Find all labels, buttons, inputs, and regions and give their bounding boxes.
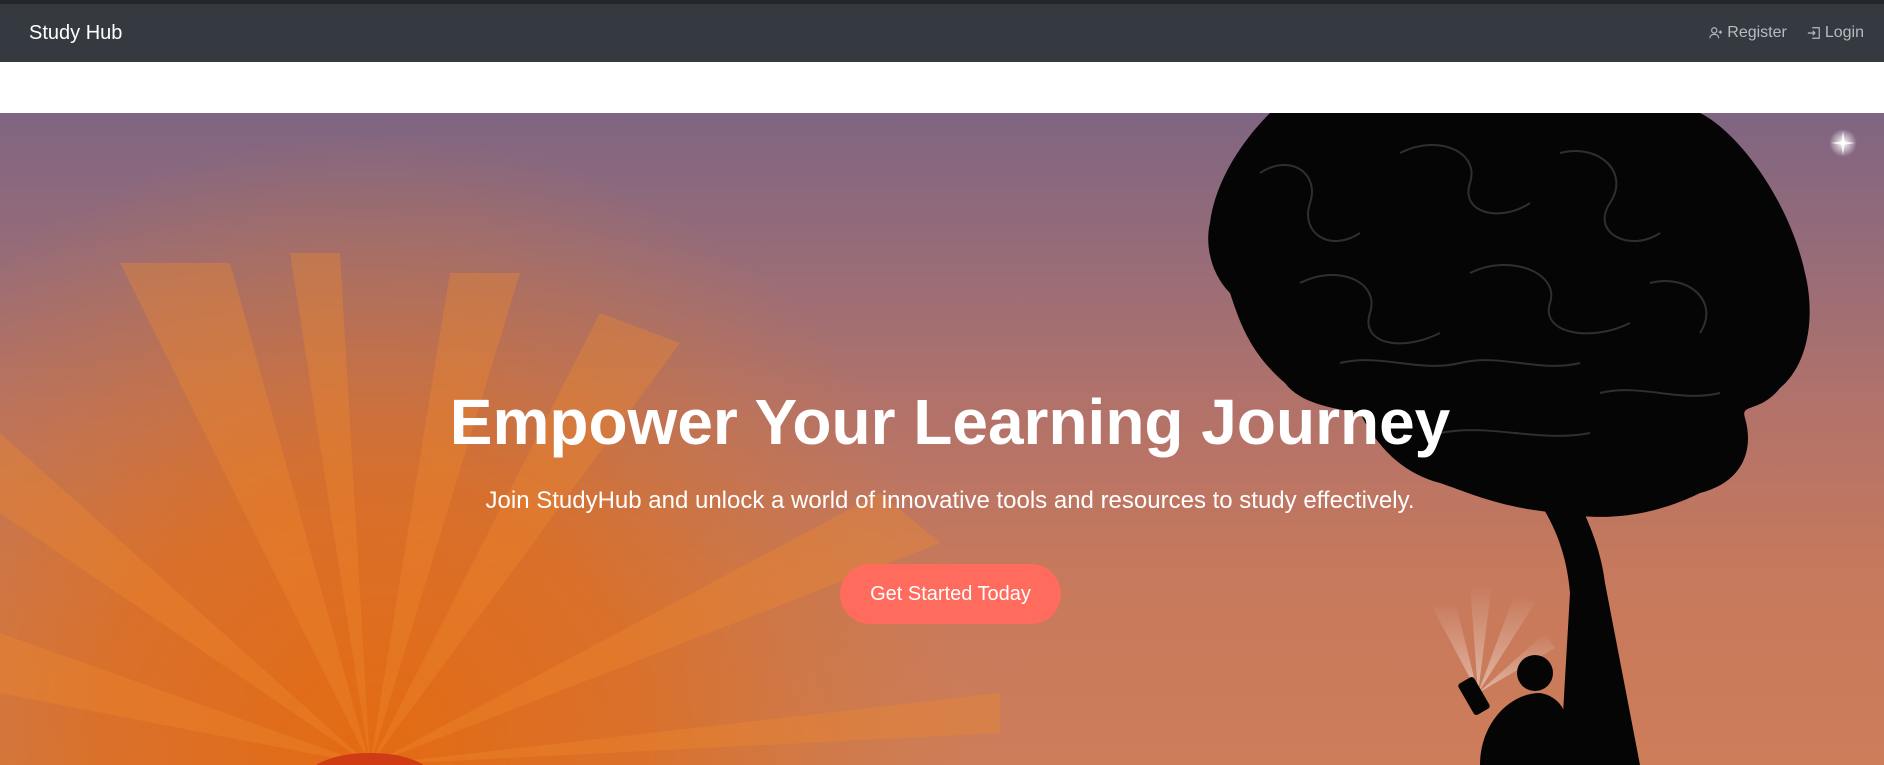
login-link-label: Login: [1824, 24, 1864, 41]
get-started-button[interactable]: Get Started Today: [840, 564, 1061, 624]
hero-section: Empower Your Learning Journey Join Study…: [0, 113, 1884, 765]
brand-logo-link[interactable]: Study Hub: [29, 21, 122, 45]
register-link[interactable]: Register: [1709, 23, 1787, 43]
register-link-label: Register: [1727, 24, 1787, 41]
hero-subtitle: Join StudyHub and unlock a world of inno…: [485, 487, 1415, 514]
login-link[interactable]: Login: [1807, 23, 1864, 43]
hero-content: Empower Your Learning Journey Join Study…: [0, 113, 1884, 765]
hero-title: Empower Your Learning Journey: [449, 386, 1451, 458]
navbar-spacer: [0, 62, 1884, 113]
login-icon: [1807, 27, 1820, 39]
nav-links: Register Login: [1709, 23, 1864, 43]
top-navbar: Study Hub Register Login: [0, 0, 1884, 62]
user-plus-icon: [1709, 27, 1723, 39]
